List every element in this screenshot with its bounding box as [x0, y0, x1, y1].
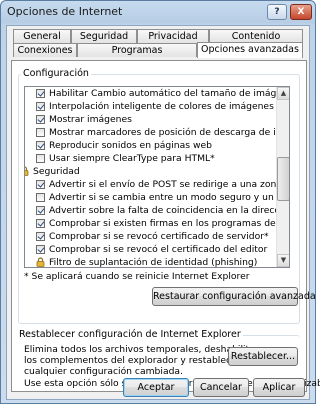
setting-row[interactable]: Advertir sobre la falta de coincidencia … [25, 204, 289, 217]
advanced-tab-panel: Configuración Habilitar Cambio automátic… [11, 60, 320, 392]
tab-programas[interactable]: Programas [77, 43, 197, 57]
checkbox-checked[interactable] [36, 232, 45, 241]
checkbox-checked[interactable] [36, 206, 45, 215]
restore-advanced-button[interactable]: Restaurar configuración avanzada [152, 287, 316, 306]
category-row: Seguridad [25, 165, 275, 178]
settings-list[interactable]: Habilitar Cambio automático del tamaño d… [24, 86, 290, 268]
reset-description-line1: Elimina todos los archivos temporales, d… [24, 344, 255, 355]
reset-description-line3: cualquier configuración cambiada. [24, 366, 183, 377]
scroll-thumb[interactable] [277, 157, 289, 201]
window-title: Opciones de Internet [7, 5, 123, 18]
setting-row[interactable]: Advertir si se cambia entre un modo segu… [25, 191, 289, 204]
setting-row[interactable]: Comprobar si se revocó el certificado de… [25, 243, 275, 256]
settings-scrollbar[interactable]: ▲ ▼ [276, 87, 289, 267]
setting-row[interactable]: Usar siempre ClearType para HTML* [25, 152, 275, 165]
scroll-down-icon[interactable]: ▼ [277, 254, 289, 267]
setting-row[interactable]: Comprobar si existen firmas en los progr… [25, 217, 289, 230]
setting-label: Advertir si se cambia entre un modo segu… [49, 192, 289, 203]
reset-group-label: Restablecer configuración de Internet Ex… [17, 329, 243, 340]
internet-options-window: Opciones de Internet ? X General Segurid… [0, 0, 320, 404]
lock-icon [36, 257, 45, 267]
checkbox-checked[interactable] [36, 89, 45, 98]
tab-conexiones[interactable]: Conexiones [13, 43, 77, 57]
setting-label: Reproducir sonidos en páginas web [49, 140, 212, 151]
settings-group-label: Configuración [21, 68, 91, 79]
dialog-body: General Seguridad Privacidad Contenido C… [6, 25, 320, 400]
checkbox-unchecked[interactable] [36, 193, 45, 202]
checkbox-unchecked[interactable] [36, 154, 45, 163]
checkbox-checked[interactable] [36, 219, 45, 228]
cancel-button[interactable]: Cancelar [193, 378, 249, 397]
setting-label: Comprobar si se revocó el certificado de… [49, 244, 268, 255]
setting-label: Interpolación inteligente de colores de … [49, 101, 274, 112]
setting-row[interactable]: Mostrar imágenes [25, 113, 275, 126]
setting-row[interactable]: Advertir si el envío de POST se redirige… [25, 178, 289, 191]
title-bar[interactable]: Opciones de Internet ? X [1, 1, 315, 23]
reset-button[interactable]: Restablecer... [228, 347, 298, 366]
checkbox-checked[interactable] [36, 180, 45, 189]
checkbox-checked[interactable] [36, 115, 45, 124]
tab-privacidad[interactable]: Privacidad [137, 29, 209, 43]
setting-label: Filtro de suplantación de identidad (phi… [49, 257, 258, 268]
setting-label: Comprobar si se revocó certificado de se… [49, 231, 269, 242]
setting-label: Habilitar Cambio automático del tamaño d… [49, 88, 290, 99]
setting-row[interactable]: Comprobar si se revocó certificado de se… [25, 230, 275, 243]
help-button[interactable]: ? [267, 4, 287, 20]
category-row: Filtro de suplantación de identidad (phi… [25, 256, 275, 268]
setting-label: Advertir sobre la falta de coincidencia … [49, 205, 290, 216]
apply-button[interactable]: Aplicar [253, 378, 305, 397]
checkbox-checked[interactable] [36, 245, 45, 254]
tab-seguridad[interactable]: Seguridad [71, 29, 137, 43]
setting-label: Comprobar si existen firmas en los progr… [49, 218, 290, 229]
setting-label: Mostrar marcadores de posición de descar… [49, 127, 289, 138]
setting-row[interactable]: Reproducir sonidos en páginas web [25, 139, 275, 152]
tab-general[interactable]: General [13, 29, 71, 43]
setting-label: Usar siempre ClearType para HTML* [49, 153, 215, 164]
setting-label: Advertir si el envío de POST se redirige… [49, 179, 290, 190]
scroll-up-icon[interactable]: ▲ [277, 87, 289, 100]
close-button[interactable]: X [290, 4, 312, 20]
restart-note: * Se aplicará cuando se reinicie Interne… [24, 271, 250, 282]
checkbox-unchecked[interactable] [36, 128, 45, 137]
setting-label: Mostrar imágenes [49, 114, 132, 125]
setting-row[interactable]: Mostrar marcadores de posición de descar… [25, 126, 289, 139]
reset-description-line2: los complementos del explorador y restab… [24, 355, 237, 366]
setting-row[interactable]: Habilitar Cambio automático del tamaño d… [25, 87, 289, 100]
ok-button[interactable]: Aceptar [123, 378, 189, 397]
tab-contenido[interactable]: Contenido [209, 29, 303, 43]
setting-row[interactable]: Interpolación inteligente de colores de … [25, 100, 275, 113]
lock-icon [25, 166, 29, 176]
checkbox-checked[interactable] [36, 141, 45, 150]
checkbox-checked[interactable] [36, 102, 45, 111]
setting-label: Seguridad [33, 166, 80, 177]
tab-opciones-avanzadas[interactable]: Opciones avanzadas [197, 42, 303, 58]
